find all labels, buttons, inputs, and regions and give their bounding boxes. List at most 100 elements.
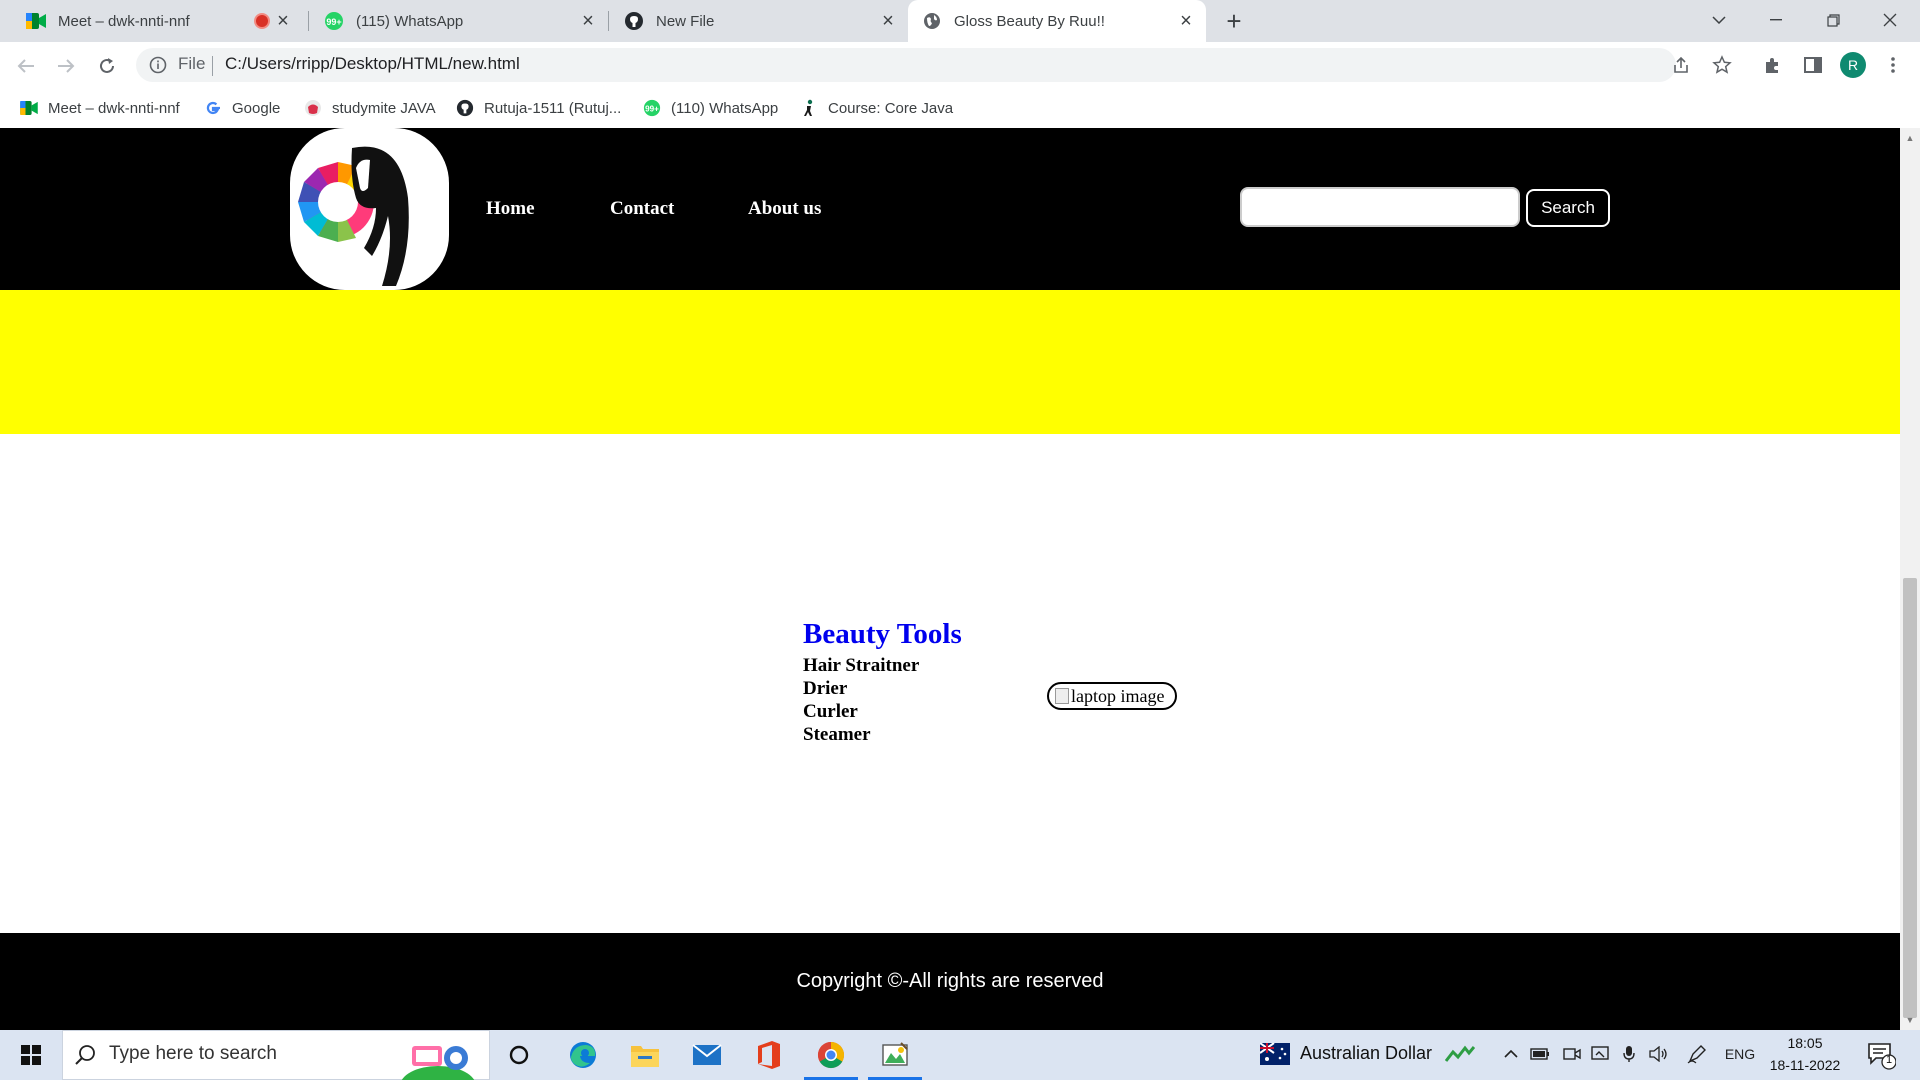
bookmark-star-icon[interactable] bbox=[1709, 52, 1735, 78]
github-icon bbox=[456, 99, 474, 117]
studymite-icon bbox=[304, 99, 322, 117]
tab-title: Meet – dwk-nnti-nnf bbox=[58, 12, 190, 30]
chrome-icon[interactable] bbox=[802, 1030, 860, 1080]
web-page-viewport: Home Contact About us Search Beauty Tool… bbox=[0, 128, 1900, 1030]
bookmark-core-java[interactable]: Course: Core Java bbox=[800, 96, 953, 120]
section-title: Beauty Tools bbox=[803, 618, 962, 650]
list-item: Drier bbox=[803, 678, 848, 699]
currency-widget-label[interactable]: Australian Dollar bbox=[1300, 1043, 1432, 1064]
tab-search-chevron-icon[interactable] bbox=[1691, 0, 1747, 40]
close-tab-icon[interactable]: × bbox=[878, 10, 898, 32]
taskbar-search-placeholder: Type here to search bbox=[109, 1043, 277, 1064]
bookmark-label: studymite JAVA bbox=[332, 99, 436, 117]
more-menu-icon[interactable] bbox=[1880, 52, 1906, 78]
list-item: Steamer bbox=[803, 724, 871, 745]
edge-icon[interactable] bbox=[554, 1030, 612, 1080]
bookmark-google[interactable]: Google bbox=[204, 96, 280, 120]
bookmark-label: Rutuja-1511 (Rutuj... bbox=[484, 99, 622, 117]
windows-start-icon[interactable] bbox=[0, 1030, 62, 1080]
list-item: Hair Straitner bbox=[803, 655, 920, 676]
australia-flag-icon bbox=[1260, 1043, 1290, 1065]
volume-icon[interactable] bbox=[1646, 1040, 1672, 1068]
bookmark-github[interactable]: Rutuja-1511 (Rutuj... bbox=[456, 96, 621, 120]
site-footer: Copyright ©-All rights are reserved bbox=[0, 933, 1900, 1030]
chevron-up-icon[interactable] bbox=[1500, 1040, 1522, 1068]
bookmark-label: Course: Core Java bbox=[828, 99, 954, 117]
reload-icon[interactable] bbox=[91, 50, 123, 82]
footer-copyright: Copyright ©-All rights are reserved bbox=[796, 970, 1104, 992]
course-icon bbox=[800, 99, 818, 117]
close-tab-icon[interactable]: × bbox=[578, 10, 598, 32]
beauty-logo-icon bbox=[298, 146, 409, 286]
taskbar-clock-time[interactable]: 18:05 bbox=[1770, 1035, 1840, 1051]
pen-workspace-icon[interactable] bbox=[1684, 1040, 1710, 1068]
cortana-icon[interactable] bbox=[490, 1030, 548, 1080]
side-panel-icon[interactable] bbox=[1800, 52, 1826, 78]
input-language-indicator[interactable]: ENG bbox=[1722, 1040, 1758, 1068]
new-tab-button[interactable]: + bbox=[1220, 8, 1248, 36]
yellow-banner bbox=[0, 290, 1900, 434]
close-window-button[interactable] bbox=[1862, 0, 1918, 40]
github-icon bbox=[624, 11, 644, 31]
nav-about-link[interactable]: About us bbox=[748, 198, 821, 220]
image-alt-text: laptop image bbox=[1071, 685, 1165, 706]
notification-count: 1 bbox=[1885, 1054, 1893, 1066]
tab-divider bbox=[608, 11, 609, 31]
scroll-down-arrow-icon[interactable]: ▼ bbox=[1900, 1012, 1920, 1028]
back-arrow-icon[interactable] bbox=[10, 50, 42, 82]
tab-gloss-beauty[interactable]: Gloss Beauty By Ruu!! × bbox=[908, 0, 1206, 42]
tab-meet[interactable]: Meet – dwk-nnti-nnf × bbox=[0, 0, 305, 42]
bookmark-label: Meet – dwk-nnti-nnf bbox=[48, 99, 180, 117]
globe-icon bbox=[922, 11, 942, 31]
broken-image-icon bbox=[1055, 688, 1069, 704]
search-icon bbox=[74, 1043, 98, 1067]
office-icon[interactable] bbox=[740, 1030, 798, 1080]
tab-title: (115) WhatsApp bbox=[356, 12, 464, 30]
site-info-icon[interactable] bbox=[148, 55, 168, 75]
bookmark-label: Google bbox=[232, 99, 281, 117]
meet-now-icon[interactable] bbox=[1560, 1040, 1584, 1068]
taskbar-clock-date[interactable]: 18-11-2022 bbox=[1766, 1057, 1844, 1073]
minimize-button[interactable] bbox=[1748, 0, 1804, 40]
nav-contact-link[interactable]: Contact bbox=[610, 198, 674, 220]
extensions-puzzle-icon[interactable] bbox=[1760, 52, 1786, 78]
site-logo[interactable] bbox=[290, 128, 449, 290]
tab-whatsapp[interactable]: 99+ (115) WhatsApp × bbox=[310, 0, 608, 42]
bookmark-meet[interactable]: Meet – dwk-nnti-nnf bbox=[20, 96, 180, 120]
tab-title: Gloss Beauty By Ruu!! bbox=[954, 12, 1105, 30]
share-icon[interactable] bbox=[1668, 52, 1694, 78]
close-tab-icon[interactable]: × bbox=[273, 10, 293, 32]
scroll-up-arrow-icon[interactable]: ▲ bbox=[1900, 130, 1920, 146]
forward-arrow-icon[interactable] bbox=[50, 50, 82, 82]
search-button[interactable]: Search bbox=[1526, 189, 1610, 227]
bookmark-studymite[interactable]: studymite JAVA bbox=[304, 96, 436, 120]
close-tab-icon[interactable]: × bbox=[1176, 10, 1196, 32]
url-scheme-label: File bbox=[178, 54, 206, 73]
microphone-icon[interactable] bbox=[1618, 1040, 1640, 1068]
whatsapp-icon: 99+ bbox=[643, 99, 661, 117]
nav-home-link[interactable]: Home bbox=[486, 198, 535, 220]
omnibox-divider bbox=[212, 56, 213, 76]
restore-button[interactable] bbox=[1805, 0, 1861, 40]
scrollbar-thumb[interactable] bbox=[1903, 578, 1917, 1018]
google-icon bbox=[204, 99, 222, 117]
tab-title: New File bbox=[656, 12, 715, 30]
google-meet-icon bbox=[20, 99, 38, 117]
search-highlight-graphic bbox=[390, 1034, 486, 1080]
onedrive-sync-icon[interactable] bbox=[1588, 1040, 1612, 1068]
whatsapp-icon: 99+ bbox=[324, 11, 344, 31]
bookmark-whatsapp[interactable]: 99+ (110) WhatsApp bbox=[643, 96, 778, 120]
url-text[interactable]: C:/Users/rripp/Desktop/HTML/new.html bbox=[225, 54, 520, 74]
file-explorer-icon[interactable] bbox=[616, 1030, 674, 1080]
search-input[interactable] bbox=[1240, 187, 1520, 227]
stock-trend-icon bbox=[1445, 1045, 1475, 1063]
mail-icon[interactable] bbox=[678, 1030, 736, 1080]
battery-icon[interactable] bbox=[1528, 1040, 1552, 1068]
broken-image: laptop image bbox=[1047, 682, 1177, 710]
svg-text:99+: 99+ bbox=[326, 17, 341, 27]
google-meet-icon bbox=[26, 11, 46, 31]
profile-avatar[interactable]: R bbox=[1840, 52, 1866, 78]
paint-icon[interactable] bbox=[866, 1030, 924, 1080]
tab-new-file[interactable]: New File × bbox=[610, 0, 908, 42]
notification-center-icon[interactable]: 1 bbox=[1866, 1040, 1896, 1070]
